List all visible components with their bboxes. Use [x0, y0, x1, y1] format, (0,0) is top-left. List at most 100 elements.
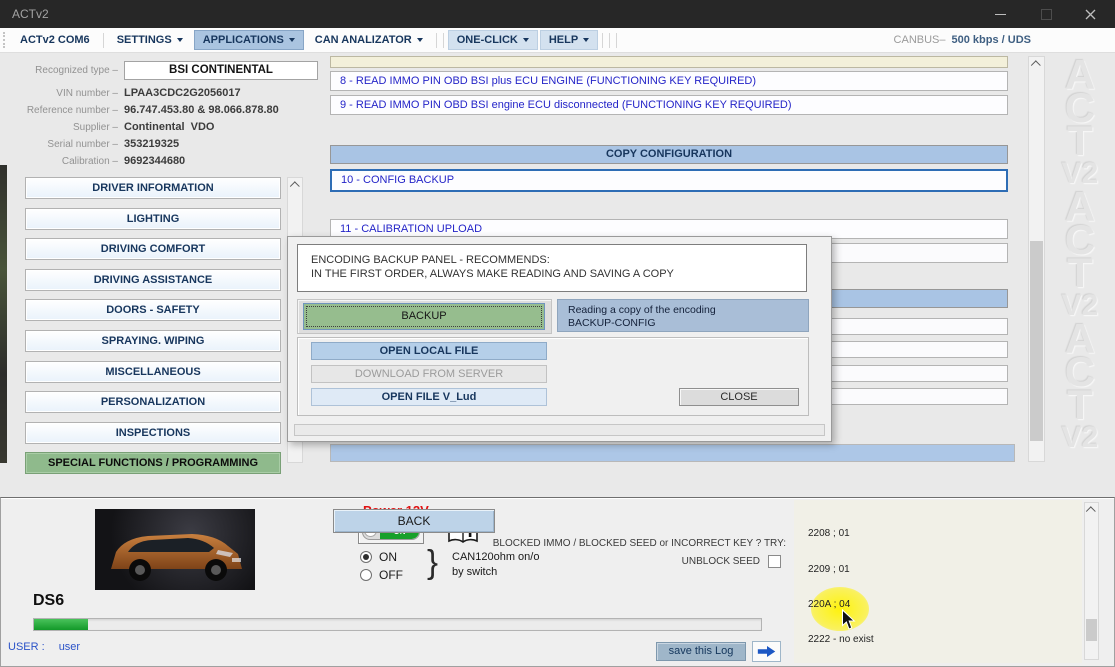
section-header-copy-configuration: COPY CONFIGURATION: [330, 145, 1008, 164]
file-buttons-group: OPEN LOCAL FILE DOWNLOAD FROM SERVER OPE…: [297, 337, 809, 416]
scroll-up-icon[interactable]: [1085, 503, 1098, 518]
sidebar-item-inspections[interactable]: INSPECTIONS: [25, 422, 281, 444]
menu-item-actv2-com6[interactable]: ACTv2 COM6: [11, 30, 99, 50]
recognized-type-value: BSI CONTINENTAL: [124, 61, 318, 80]
vehicle-photo: [95, 509, 255, 590]
menu-separator: [103, 33, 104, 48]
close-icon: [1085, 9, 1096, 20]
recognized-type-label: Recognized type –: [0, 65, 118, 76]
main-scrollbar[interactable]: [1028, 56, 1045, 462]
serial-value: 353219325: [124, 138, 179, 150]
menu-item-one-click[interactable]: ONE-CLICK: [448, 30, 538, 50]
menu-separator: [443, 33, 444, 48]
serial-row: Serial number – 353219325: [0, 136, 179, 152]
function-row-partial[interactable]: [330, 56, 1008, 68]
vehicle-model-label: DS6: [33, 592, 64, 610]
supplier-value: Continental VDO: [124, 121, 214, 133]
encoding-backup-dialog: ENCODING BACKUP PANEL - RECOMMENDS: IN T…: [287, 236, 832, 442]
calibration-value: 9692344680: [124, 155, 185, 167]
sidebar-item-personalization[interactable]: PERSONALIZATION: [25, 391, 281, 413]
backup-button-panel: BACKUP: [297, 299, 552, 334]
menu-item-applications[interactable]: APPLICATIONS: [194, 30, 304, 50]
backup-button[interactable]: BACKUP: [303, 303, 545, 330]
menu-item-settings[interactable]: SETTINGS: [108, 30, 192, 50]
sidebar-item-miscellaneous[interactable]: MISCELLANEOUS: [25, 361, 281, 383]
minimize-button[interactable]: [980, 0, 1020, 28]
close-button[interactable]: [1070, 0, 1110, 28]
menu-separator: [436, 33, 437, 48]
sidebar-item-driver-information[interactable]: DRIVER INFORMATION: [25, 177, 281, 199]
chevron-down-icon: [417, 38, 423, 42]
reference-row: Reference number – 96.747.453.80 & 98.06…: [0, 102, 279, 118]
dialog-progress-strip: [294, 424, 825, 436]
send-log-button[interactable]: [752, 641, 781, 662]
radio-off-label: OFF: [379, 568, 403, 582]
maximize-icon: [1041, 9, 1052, 20]
supplier-row: Supplier – Continental VDO: [0, 119, 214, 135]
blocked-immo-hint: BLOCKED IMMO / BLOCKED SEED or INCORRECT…: [386, 538, 786, 549]
chevron-down-icon: [583, 38, 589, 42]
user-status: USER : user: [8, 641, 80, 653]
backup-info-panel: Reading a copy of the encoding BACKUP-CO…: [557, 299, 809, 332]
dialog-message: ENCODING BACKUP PANEL - RECOMMENDS: IN T…: [297, 244, 807, 292]
unblock-seed-checkbox[interactable]: [768, 555, 781, 568]
can-resistor-note-line2: by switch: [452, 566, 497, 578]
diagnostic-log-lines: 2208 ; 01 2209 ; 01 220A ; 04 2222 - no …: [808, 505, 874, 667]
function-row-10-selected[interactable]: 10 - CONFIG BACKUP: [330, 169, 1008, 192]
scrollbar-thumb[interactable]: [1086, 619, 1097, 641]
left-edge-image-strip: [0, 165, 7, 463]
minimize-icon: [995, 14, 1006, 15]
menu-item-help[interactable]: HELP: [540, 30, 598, 50]
canbus-status: CANBUS– 500 kbps / UDS: [894, 34, 1031, 46]
menu-separator: [609, 33, 610, 48]
arrow-right-icon: [756, 644, 778, 659]
actv2-watermark: A C T V2 A C T V2 A C T V2: [1050, 58, 1110, 454]
calibration-row: Calibration – 9692344680: [0, 153, 185, 169]
menu-separator: [602, 33, 603, 48]
scrollbar-thumb[interactable]: [1030, 241, 1043, 441]
back-button[interactable]: BACK: [333, 509, 495, 533]
sidebar-item-spraying-wiping[interactable]: SPRAYING. WIPING: [25, 330, 281, 352]
can-resistor-off-radio[interactable]: [360, 569, 372, 581]
progress-fill: [34, 619, 88, 630]
sidebar-item-special-functions[interactable]: SPECIAL FUNCTIONS / PROGRAMMING: [25, 452, 281, 474]
save-log-button[interactable]: save this Log: [656, 642, 746, 661]
function-row-8[interactable]: 8 - READ IMMO PIN OBD BSI plus ECU ENGIN…: [330, 71, 1008, 91]
chevron-down-icon: [523, 38, 529, 42]
sidebar-item-doors-safety[interactable]: DOORS - SAFETY: [25, 299, 281, 321]
app-window: ACTv2 ACTv2 COM6 SETTINGS APPLICATIONS C: [0, 0, 1115, 667]
sidebar-item-driving-assistance[interactable]: DRIVING ASSISTANCE: [25, 269, 281, 291]
menu-item-can-analizator[interactable]: CAN ANALIZATOR: [306, 30, 432, 50]
menu-separator: [616, 33, 617, 48]
log-line: 2209 ; 01: [808, 564, 874, 576]
can-resistor-note-line1: CAN120ohm on/o: [452, 551, 539, 563]
scroll-up-icon[interactable]: [288, 178, 302, 193]
chevron-down-icon: [289, 38, 295, 42]
log-scrollbar[interactable]: [1084, 502, 1099, 660]
reference-value: 96.747.453.80 & 98.066.878.80: [124, 104, 279, 116]
progress-bar: [33, 618, 762, 631]
sidebar-item-driving-comfort[interactable]: DRIVING COMFORT: [25, 238, 281, 260]
maximize-button[interactable]: [1026, 0, 1066, 28]
user-name: user: [59, 641, 80, 653]
vin-row: VIN number – LPAA3CDC2G2056017: [0, 85, 241, 101]
log-line: 2208 ; 01: [808, 528, 874, 540]
recognized-type-row: Recognized type – BSI CONTINENTAL: [0, 62, 318, 78]
vin-value: LPAA3CDC2G2056017: [124, 87, 241, 99]
scroll-up-icon[interactable]: [1029, 57, 1044, 72]
function-row-9[interactable]: 9 - READ IMMO PIN OBD BSI engine ECU dis…: [330, 95, 1008, 115]
open-file-vlud-button[interactable]: OPEN FILE V_Lud: [311, 388, 547, 406]
toolbar-grip-icon: [3, 32, 5, 48]
can-resistor-on-radio[interactable]: [360, 551, 372, 563]
window-title: ACTv2: [12, 7, 49, 21]
sidebar-item-lighting[interactable]: LIGHTING: [25, 208, 281, 230]
menu-bar: ACTv2 COM6 SETTINGS APPLICATIONS CAN ANA…: [0, 28, 1115, 53]
unblock-seed-label: UNBLOCK SEED: [560, 556, 760, 567]
radio-on-label: ON: [379, 550, 397, 564]
car-illustration: [95, 509, 255, 590]
download-from-server-button[interactable]: DOWNLOAD FROM SERVER: [311, 365, 547, 383]
section-band-bottom: [330, 444, 1015, 462]
close-dialog-button[interactable]: CLOSE: [679, 388, 799, 406]
title-bar: ACTv2: [0, 0, 1115, 28]
open-local-file-button[interactable]: OPEN LOCAL FILE: [311, 342, 547, 360]
